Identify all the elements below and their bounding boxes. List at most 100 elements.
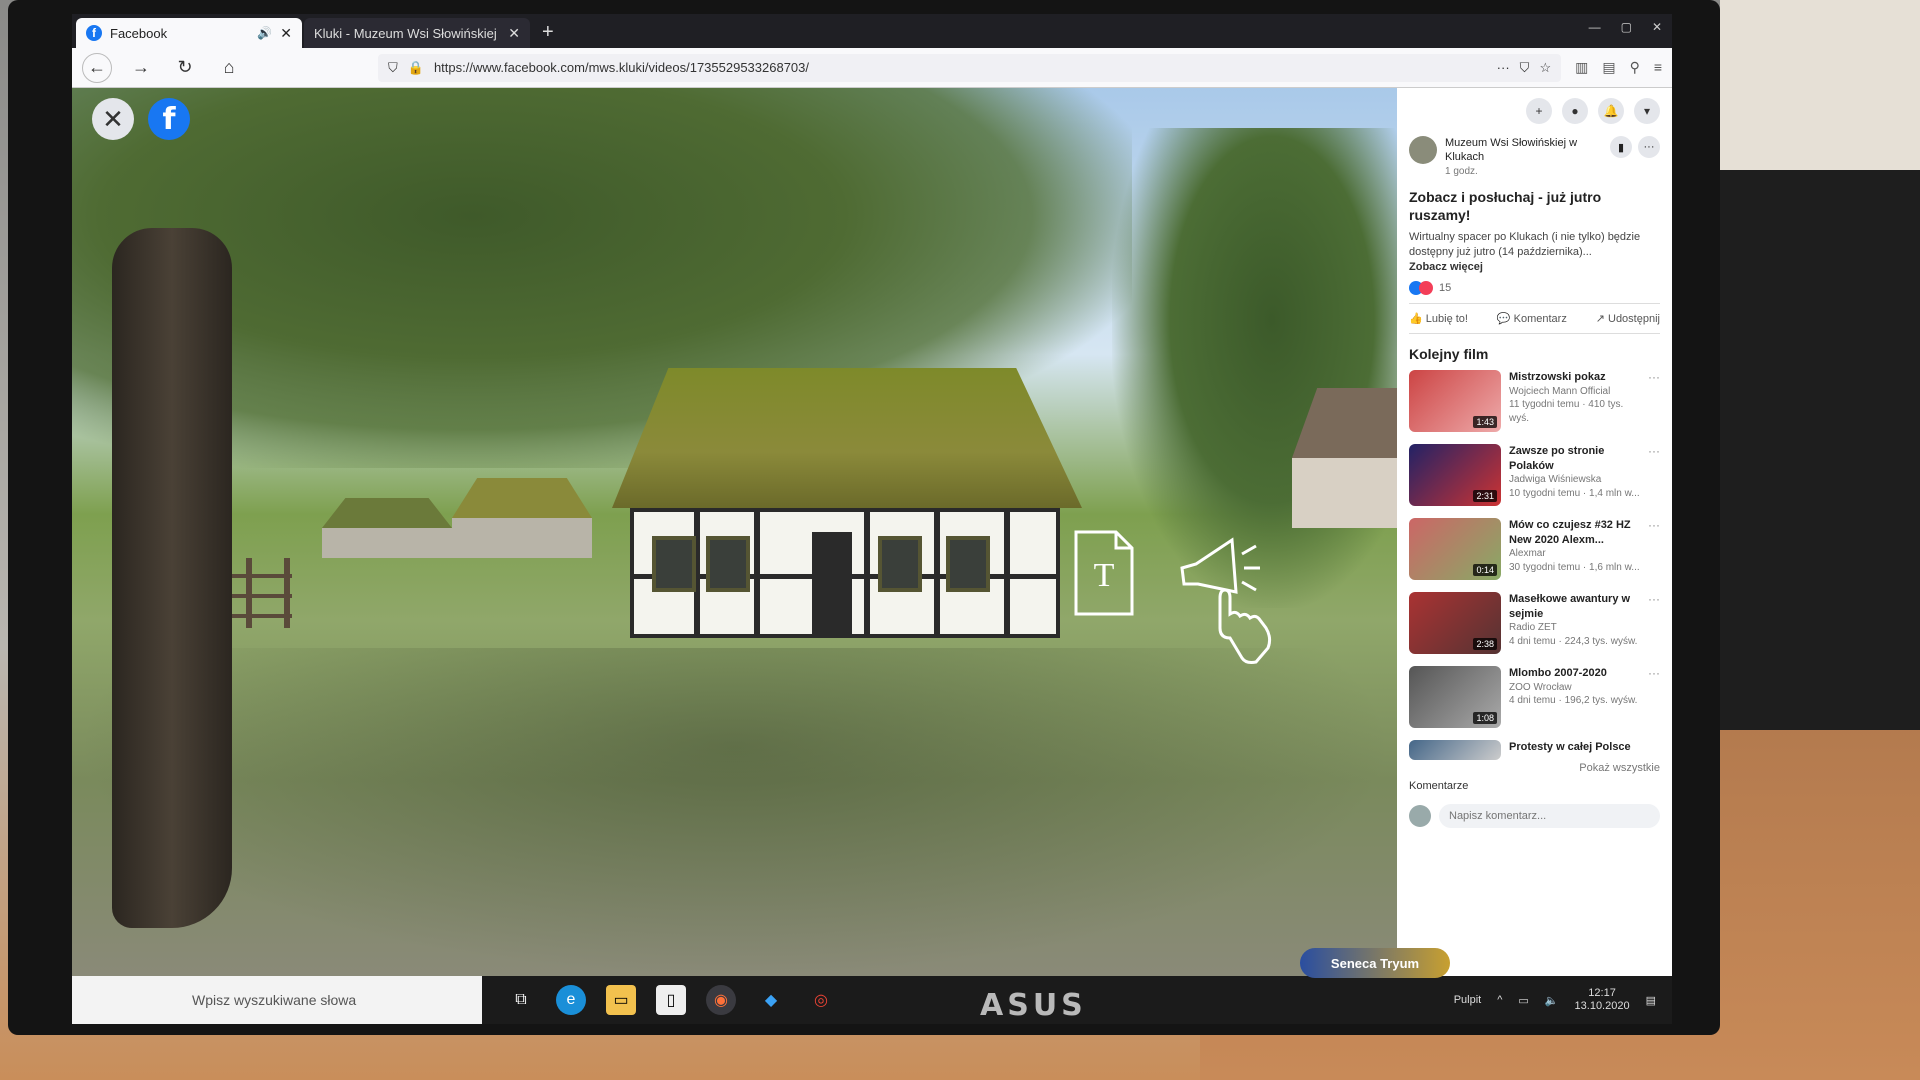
list-item[interactable]: 2:38 Masełkowe awantury w sejmie Radio Z… (1409, 591, 1660, 654)
video-title[interactable]: Zawsze po stronie Polaków (1509, 444, 1640, 474)
close-tab-icon[interactable]: ✕ (280, 25, 292, 42)
video-title[interactable]: Protesty w całej Polsce (1509, 740, 1660, 755)
video-meta: 4 dni temu · 224,3 tys. wyśw. (1509, 635, 1638, 647)
video-meta: 4 dni temu · 196,2 tys. wyśw. (1509, 695, 1638, 707)
notification-center-icon[interactable]: ▤ (1646, 994, 1656, 1007)
firefox-icon[interactable]: ◉ (706, 985, 736, 1015)
task-view-icon[interactable]: ⧉ (506, 985, 536, 1015)
background-house (322, 498, 452, 558)
video-title[interactable]: Mistrzowski pokaz (1509, 370, 1640, 385)
video-thumbnail[interactable]: 0:14 (1409, 517, 1501, 580)
video-thumbnail[interactable] (1409, 739, 1501, 760)
menu-icon[interactable]: ≡ (1654, 59, 1662, 76)
close-tab-icon[interactable]: ✕ (508, 25, 520, 42)
url-text[interactable]: https://www.facebook.com/mws.kluki/video… (434, 60, 1487, 75)
more-options-icon[interactable]: ··· (1648, 370, 1660, 432)
list-item[interactable]: 1:08 Mlombo 2007-2020 ZOO Wrocław 4 dni … (1409, 665, 1660, 728)
list-item[interactable]: 1:43 Mistrzowski pokaz Wojciech Mann Off… (1409, 369, 1660, 432)
see-more-link[interactable]: Zobacz więcej (1409, 261, 1660, 273)
page-viewport: ✕ f T + ● 🔔 ▾ Muzeum Wsi Słowińskiej w K… (72, 88, 1672, 976)
more-options-icon[interactable]: ··· (1648, 592, 1660, 654)
facebook-logo-button[interactable]: f (148, 98, 190, 140)
pocket-icon[interactable]: ⛉ (1520, 60, 1530, 76)
video-channel[interactable]: ZOO Wrocław (1509, 681, 1640, 695)
comment-button[interactable]: 💬 Komentarz (1497, 312, 1567, 325)
text-document-icon[interactable]: T (1072, 528, 1136, 618)
forward-button[interactable]: → (126, 53, 156, 83)
office-chair (1690, 170, 1920, 730)
monitor-bezel: f Facebook 🔊 ✕ Kluki - Muzeum Wsi Słowiń… (8, 0, 1720, 1035)
more-options-icon[interactable]: ··· (1638, 136, 1660, 158)
extension-icon[interactable]: ⚲ (1630, 59, 1640, 76)
post-author[interactable]: Muzeum Wsi Słowińskiej w Klukach (1445, 136, 1602, 165)
edge-icon[interactable]: e (556, 985, 586, 1015)
bookmark-icon[interactable]: ▮ (1610, 136, 1632, 158)
taskbar-clock[interactable]: 12:17 13.10.2020 (1575, 987, 1630, 1013)
notifications-icon[interactable]: 🔔 (1598, 98, 1624, 124)
show-all-link[interactable]: Pokaż wszystkie (1409, 762, 1660, 774)
new-tab-button[interactable]: + (532, 21, 564, 48)
tab-kluki[interactable]: Kluki - Muzeum Wsi Słowińskiej w ✕ (304, 18, 530, 48)
shield-icon[interactable]: ⛉ (388, 60, 398, 76)
account-menu-icon[interactable]: ▾ (1634, 98, 1660, 124)
reactions-bar[interactable]: 15 (1409, 280, 1660, 295)
create-icon[interactable]: + (1526, 98, 1552, 124)
video-thumbnail[interactable]: 1:08 (1409, 665, 1501, 728)
file-explorer-icon[interactable]: ▭ (606, 985, 636, 1015)
reload-button[interactable]: ↻ (170, 53, 200, 83)
messenger-icon[interactable]: ● (1562, 98, 1588, 124)
share-button[interactable]: ↗ Udostępnij (1596, 312, 1660, 325)
post-time[interactable]: 1 godz. (1445, 165, 1602, 178)
love-reaction-icon (1419, 280, 1433, 295)
home-button[interactable]: ⌂ (214, 53, 244, 83)
post-title: Zobacz i posłuchaj - już jutro ruszamy! (1409, 188, 1602, 223)
tray-chevron-icon[interactable]: ^ (1497, 994, 1502, 1006)
maximize-icon[interactable]: ▢ (1621, 20, 1632, 34)
video-channel[interactable]: Radio ZET (1509, 621, 1640, 635)
library-icon[interactable]: ▥ (1575, 59, 1588, 76)
like-button[interactable]: 👍 Lubię to! (1409, 312, 1468, 325)
back-button[interactable]: ← (82, 52, 112, 83)
tab-facebook[interactable]: f Facebook 🔊 ✕ (76, 18, 302, 48)
video-title[interactable]: Masełkowe awantury w sejmie (1509, 592, 1640, 622)
list-item[interactable]: Protesty w całej Polsce (1409, 739, 1660, 760)
video-player-360[interactable]: ✕ f T (72, 88, 1397, 976)
list-item[interactable]: 0:14 Mów co czujesz #32 HZ New 2020 Alex… (1409, 517, 1660, 580)
toolbar-icons: ▥ ▤ ⚲ ≡ (1575, 59, 1662, 76)
page-actions-icon[interactable]: ··· (1497, 60, 1510, 75)
taskbar-search-input[interactable]: Wpisz wyszukiwane słowa (72, 976, 482, 1024)
video-thumbnail[interactable]: 2:31 (1409, 443, 1501, 506)
video-thumbnail[interactable]: 1:43 (1409, 369, 1501, 432)
video-channel[interactable]: Jadwiga Wiśniewska (1509, 473, 1640, 487)
lock-icon[interactable]: 🔒 (408, 60, 424, 76)
video-title[interactable]: Mów co czujesz #32 HZ New 2020 Alexm... (1509, 518, 1640, 548)
sidebar-icon[interactable]: ▤ (1602, 59, 1615, 76)
notepad-icon[interactable]: ▯ (656, 985, 686, 1015)
bookmark-star-icon[interactable]: ☆ (1539, 60, 1551, 76)
house-walls (630, 508, 1060, 638)
comment-composer (1409, 803, 1660, 828)
more-options-icon[interactable]: ··· (1648, 518, 1660, 580)
comment-input[interactable] (1439, 803, 1660, 828)
chrome-icon[interactable]: ◎ (806, 985, 836, 1015)
video-thumbnail[interactable]: 2:38 (1409, 591, 1501, 654)
sidebar-top-icons: + ● 🔔 ▾ (1409, 98, 1660, 124)
close-video-button[interactable]: ✕ (92, 98, 134, 140)
more-options-icon[interactable]: ··· (1648, 444, 1660, 506)
avatar[interactable] (1409, 136, 1437, 164)
video-channel[interactable]: Alexmar (1509, 547, 1640, 561)
list-item[interactable]: 2:31 Zawsze po stronie Polaków Jadwiga W… (1409, 443, 1660, 506)
video-title[interactable]: Mlombo 2007-2020 (1509, 666, 1640, 681)
more-options-icon[interactable]: ··· (1648, 666, 1660, 728)
megaphone-hand-icon[interactable] (1176, 528, 1286, 668)
volume-icon[interactable]: 🔈 (1545, 994, 1559, 1007)
comments-heading: Komentarze (1409, 779, 1469, 792)
minimize-icon[interactable]: — (1589, 20, 1601, 34)
app-icon[interactable]: ◆ (756, 985, 786, 1015)
video-channel[interactable]: Wojciech Mann Official (1509, 385, 1640, 399)
network-icon[interactable]: ▭ (1518, 994, 1528, 1007)
speaker-icon[interactable]: 🔊 (257, 26, 272, 40)
desktop-label[interactable]: Pulpit (1454, 994, 1482, 1006)
address-bar[interactable]: ⛉ 🔒 https://www.facebook.com/mws.kluki/v… (378, 53, 1562, 82)
close-window-icon[interactable]: ✕ (1652, 20, 1662, 34)
